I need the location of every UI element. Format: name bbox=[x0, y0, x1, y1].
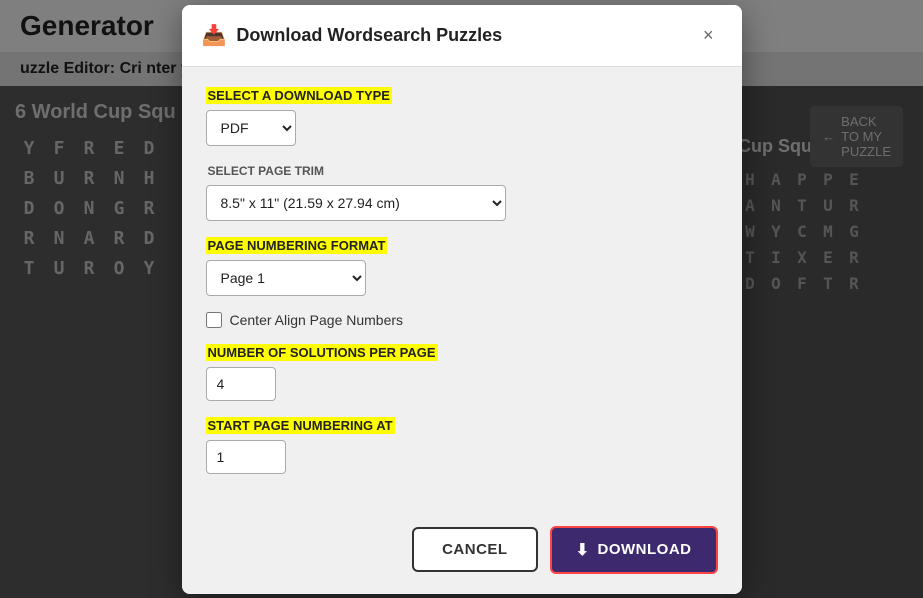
modal-close-button[interactable]: × bbox=[695, 21, 722, 50]
cancel-button[interactable]: CANCEL bbox=[412, 527, 538, 572]
page-trim-select[interactable]: 8.5" x 11" (21.59 x 27.94 cm) A4 (21 x 2… bbox=[206, 185, 506, 221]
modal-overlay: 📥 Download Wordsearch Puzzles × SELECT A… bbox=[0, 0, 923, 598]
page-trim-label: SELECT PAGE TRIM bbox=[206, 163, 326, 179]
start-page-input[interactable] bbox=[206, 440, 286, 474]
center-align-row: Center Align Page Numbers bbox=[206, 312, 718, 328]
download-type-label: SELECT A DOWNLOAD TYPE bbox=[206, 87, 392, 104]
start-page-label: START PAGE NUMBERING AT bbox=[206, 417, 395, 434]
modal-footer: CANCEL ⬇ DOWNLOAD bbox=[182, 510, 742, 594]
start-page-group: START PAGE NUMBERING AT bbox=[206, 417, 718, 474]
modal-download-icon: 📥 bbox=[202, 23, 227, 48]
modal-body: SELECT A DOWNLOAD TYPE PDF PNG JPG SELEC… bbox=[182, 67, 742, 510]
modal-header: 📥 Download Wordsearch Puzzles × bbox=[182, 5, 742, 67]
download-modal: 📥 Download Wordsearch Puzzles × SELECT A… bbox=[182, 5, 742, 594]
center-align-checkbox[interactable] bbox=[206, 312, 222, 328]
download-button[interactable]: ⬇ DOWNLOAD bbox=[550, 526, 718, 574]
solutions-input[interactable] bbox=[206, 367, 276, 401]
page-trim-group: SELECT PAGE TRIM 8.5" x 11" (21.59 x 27.… bbox=[206, 162, 718, 221]
download-label: DOWNLOAD bbox=[598, 541, 692, 558]
page-numbering-group: PAGE NUMBERING FORMAT Page 1 Page 2 1 of… bbox=[206, 237, 718, 296]
center-align-label: Center Align Page Numbers bbox=[230, 312, 404, 328]
page-numbering-select[interactable]: Page 1 Page 2 1 of N bbox=[206, 260, 366, 296]
page-numbering-label: PAGE NUMBERING FORMAT bbox=[206, 237, 388, 254]
download-type-group: SELECT A DOWNLOAD TYPE PDF PNG JPG bbox=[206, 87, 718, 146]
download-type-select[interactable]: PDF PNG JPG bbox=[206, 110, 296, 146]
modal-title: Download Wordsearch Puzzles bbox=[236, 25, 685, 46]
solutions-label: NUMBER OF SOLUTIONS PER PAGE bbox=[206, 344, 438, 361]
download-icon: ⬇ bbox=[576, 540, 590, 560]
solutions-group: NUMBER OF SOLUTIONS PER PAGE bbox=[206, 344, 718, 401]
